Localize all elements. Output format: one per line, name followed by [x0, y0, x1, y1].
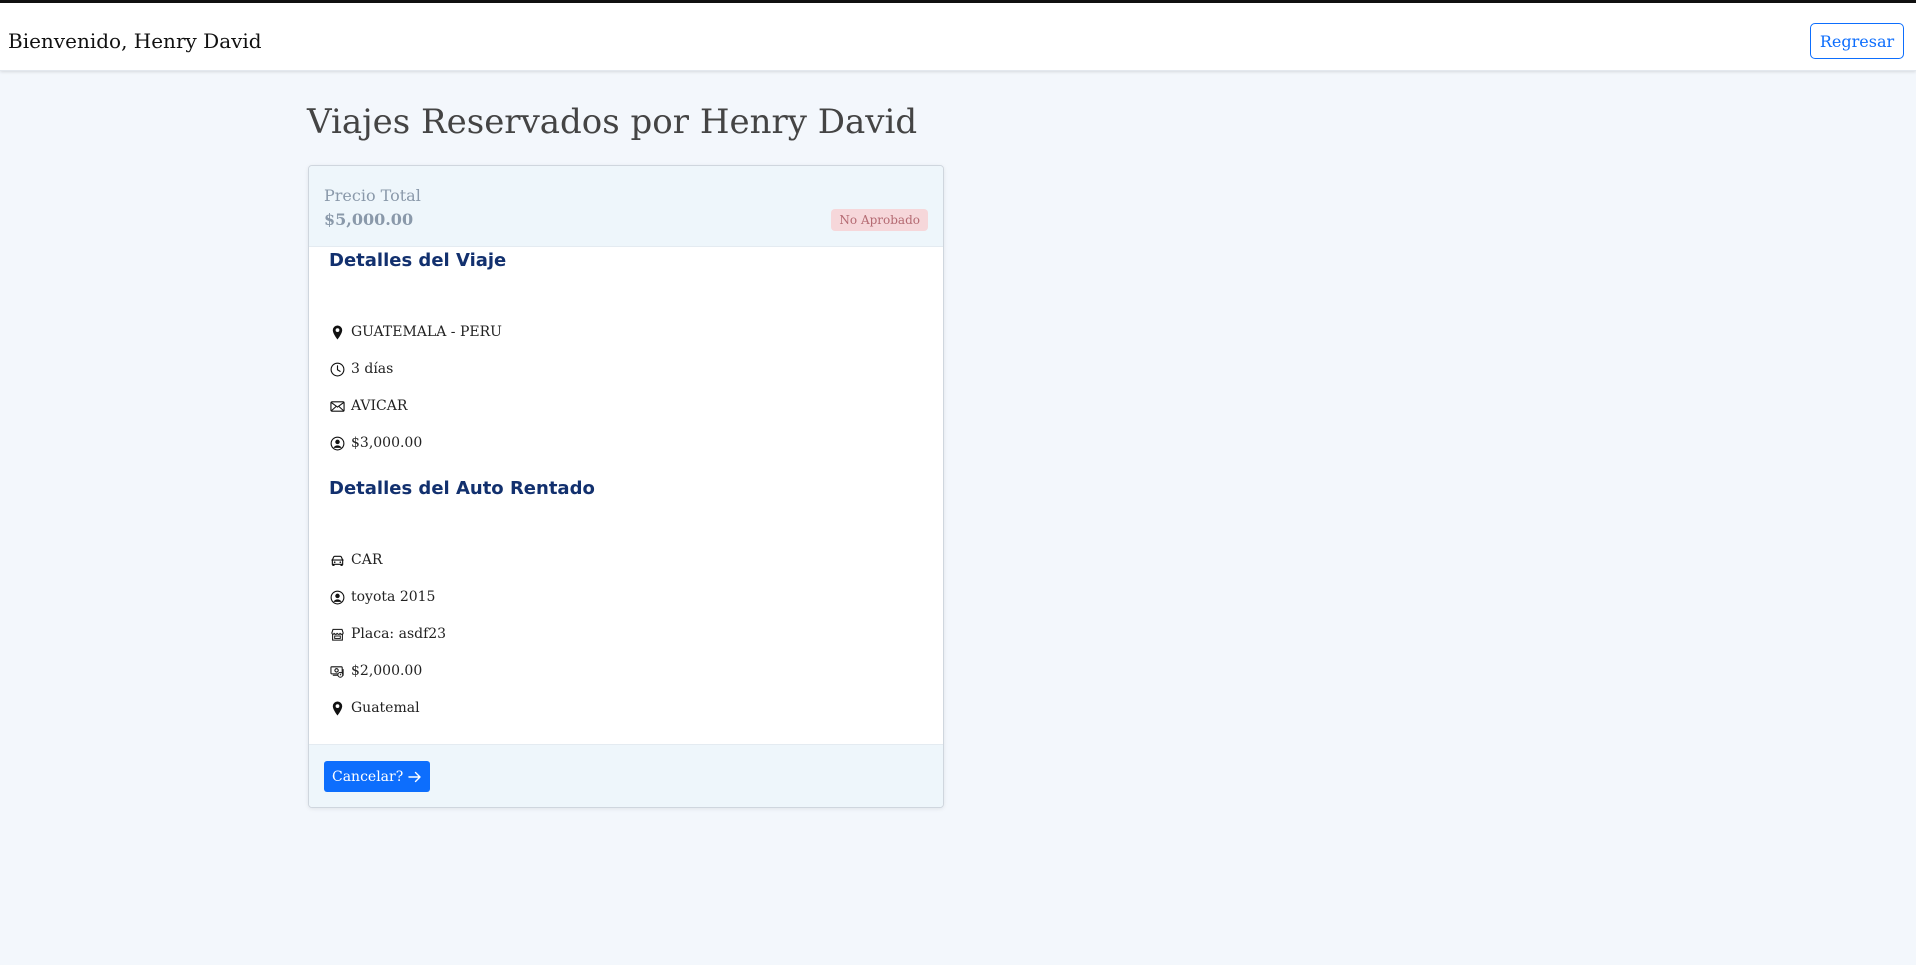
trip-route-text: GUATEMALA - PERU	[351, 324, 502, 340]
booking-card: Precio Total $5,000.00 No Aprobado Detal…	[308, 165, 944, 808]
cancel-button[interactable]: Cancelar?	[324, 761, 431, 792]
navbar: Bienvenido, Henry David Regresar	[0, 3, 1916, 71]
trip-duration: 3 días	[329, 359, 393, 379]
total-price-value: $5,000.00	[324, 210, 414, 229]
car-type: CAR	[329, 550, 382, 570]
car-model-text: toyota 2015	[351, 589, 436, 605]
trip-route: GUATEMALA - PERU	[329, 322, 502, 342]
car-model: toyota 2015	[329, 587, 435, 607]
trip-price: $3,000.00	[329, 433, 422, 453]
total-price-label: Precio Total	[324, 186, 421, 205]
trip-details-title: Detalles del Viaje	[329, 250, 507, 271]
car-plate: Placa: asdf23	[329, 624, 446, 644]
person-circle-icon	[329, 589, 345, 605]
envelope-icon	[329, 398, 345, 414]
trip-agency: AVICAR	[329, 396, 407, 416]
trip-price-text: $3,000.00	[351, 435, 423, 451]
car-location: Guatemal	[329, 698, 420, 718]
car-price-text: $2,000.00	[351, 663, 423, 679]
clock-icon	[329, 361, 345, 377]
car-price: $2,000.00	[329, 661, 422, 681]
car-type-text: CAR	[351, 552, 383, 568]
page-title: Viajes Reservados por Henry David	[307, 102, 918, 142]
car-location-text: Guatemal	[351, 700, 420, 716]
car-details-title: Detalles del Auto Rentado	[329, 478, 595, 499]
car-plate-text: Placa: asdf23	[351, 626, 447, 642]
car-icon	[329, 552, 345, 568]
trip-duration-text: 3 días	[351, 361, 394, 377]
location-pin-icon	[329, 324, 345, 340]
trip-agency-text: AVICAR	[351, 398, 408, 414]
cash-icon	[329, 663, 345, 679]
back-button[interactable]: Regresar	[1810, 23, 1904, 59]
card-header: Precio Total $5,000.00 No Aprobado	[309, 166, 943, 247]
location-pin-icon	[329, 700, 345, 716]
person-circle-icon	[329, 435, 345, 451]
card-footer: Cancelar?	[309, 744, 943, 807]
arrow-right-icon	[408, 771, 422, 783]
status-badge: No Aprobado	[831, 209, 928, 231]
welcome-text: Bienvenido, Henry David	[8, 29, 262, 53]
cancel-button-label: Cancelar?	[332, 768, 404, 785]
shop-icon	[329, 626, 345, 642]
